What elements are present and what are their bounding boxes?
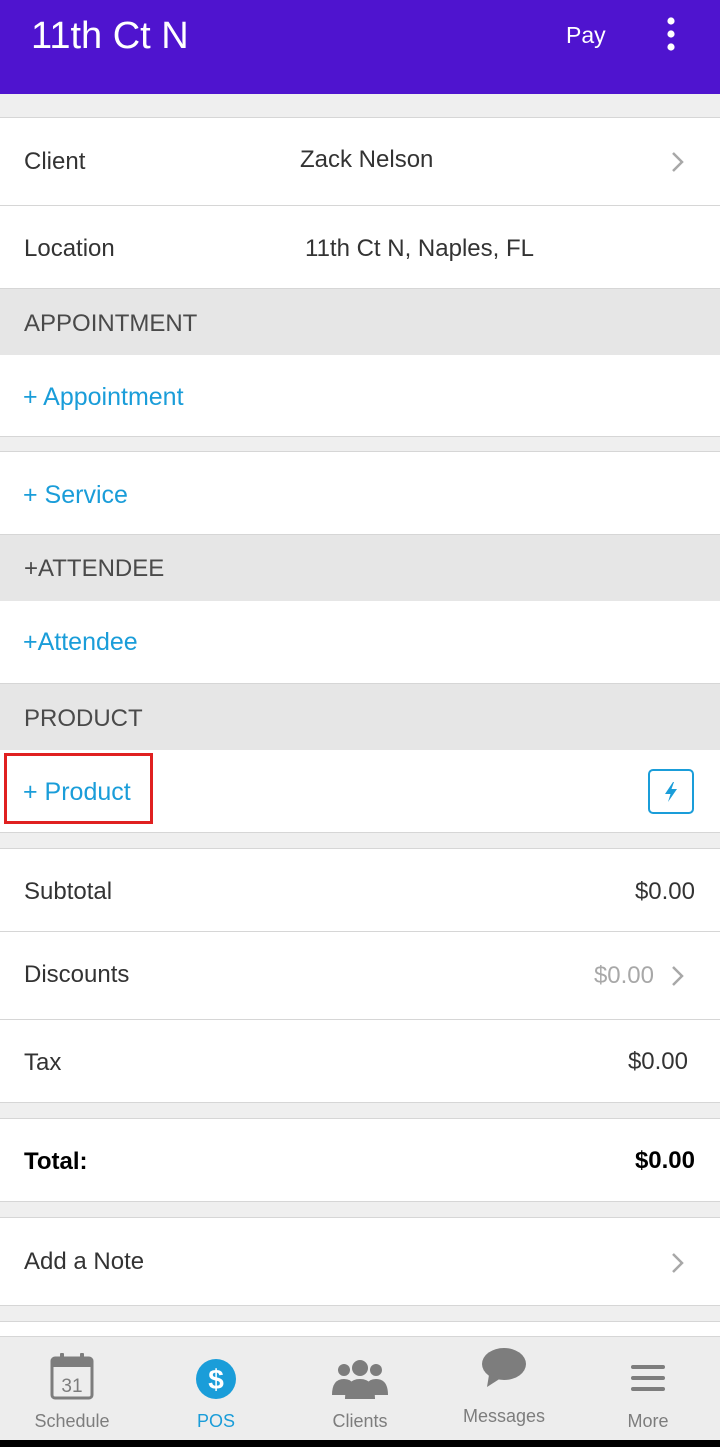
nav-more-label: More xyxy=(627,1411,669,1431)
location-label: Location xyxy=(24,235,115,262)
add-service-row[interactable]: + Service xyxy=(0,451,720,535)
partial-row xyxy=(0,1321,720,1336)
client-label: Client xyxy=(24,148,86,175)
add-note-row[interactable]: Add a Note xyxy=(0,1217,720,1306)
appointment-section-header: APPOINTMENT xyxy=(0,289,720,355)
attendee-section-label: +ATTENDEE xyxy=(24,555,165,582)
total-value: $0.00 xyxy=(634,1147,695,1174)
page-title: 11th Ct N xyxy=(31,15,189,57)
app-header: 11th Ct N Pay xyxy=(0,0,720,94)
system-bar xyxy=(0,1440,720,1447)
discounts-row[interactable]: Discounts $0.00 xyxy=(0,932,720,1020)
total-row: Total: $0.00 xyxy=(0,1118,720,1202)
tax-row: Tax $0.00 xyxy=(0,1020,720,1103)
add-appointment-link[interactable]: + Appointment xyxy=(23,383,184,412)
add-appointment-row[interactable]: + Appointment xyxy=(0,355,720,437)
dollar-icon: $ xyxy=(196,1359,236,1399)
chevron-right-icon xyxy=(672,152,684,172)
calendar-day: 31 xyxy=(61,1376,82,1397)
hamburger-icon xyxy=(631,1365,665,1391)
pay-button[interactable]: Pay xyxy=(566,20,606,50)
quick-add-product-button[interactable] xyxy=(648,769,694,814)
client-row[interactable]: Client Zack Nelson xyxy=(0,117,720,206)
chevron-right-icon xyxy=(672,966,684,986)
more-vertical-icon[interactable] xyxy=(660,16,682,52)
nav-schedule[interactable]: 31 Schedule xyxy=(0,1337,144,1441)
nav-schedule-label: Schedule xyxy=(34,1411,110,1431)
client-value: Zack Nelson xyxy=(300,146,434,173)
nav-pos[interactable]: $ POS xyxy=(144,1337,288,1441)
subtotal-value: $0.00 xyxy=(634,878,695,905)
nav-more[interactable]: More xyxy=(576,1337,720,1441)
add-attendee-link[interactable]: +Attendee xyxy=(23,628,138,657)
nav-clients[interactable]: Clients xyxy=(288,1337,432,1441)
location-value: 11th Ct N, Naples, FL xyxy=(305,235,534,262)
chat-icon xyxy=(482,1348,526,1387)
tax-label: Tax xyxy=(24,1049,62,1076)
add-note-label: Add a Note xyxy=(24,1248,145,1275)
nav-messages[interactable]: Messages xyxy=(432,1337,576,1441)
subtotal-row: Subtotal $0.00 xyxy=(0,848,720,932)
add-service-link[interactable]: + Service xyxy=(23,481,128,510)
attendee-section-header: +ATTENDEE xyxy=(0,535,720,601)
product-section-header: PRODUCT xyxy=(0,684,720,750)
location-row: Location 11th Ct N, Naples, FL xyxy=(0,206,720,289)
total-label: Total: xyxy=(24,1148,88,1175)
product-section-label: PRODUCT xyxy=(24,705,143,732)
add-attendee-row[interactable]: +Attendee xyxy=(0,601,720,684)
nav-pos-label: POS xyxy=(196,1411,235,1431)
appointment-section-label: APPOINTMENT xyxy=(24,310,198,337)
discounts-value: $0.00 xyxy=(593,962,654,989)
highlight-box xyxy=(4,753,153,824)
pos-screen: 11th Ct N Pay Client Zack Nelson Locatio… xyxy=(0,0,720,1447)
chevron-right-icon xyxy=(672,1253,684,1273)
svg-text:$: $ xyxy=(208,1364,224,1395)
bottom-nav: 31 Schedule $ POS Clients Messages More xyxy=(0,1336,720,1440)
lightning-icon xyxy=(665,781,677,802)
discounts-label: Discounts xyxy=(24,961,130,988)
clients-icon xyxy=(332,1360,388,1399)
subtotal-label: Subtotal xyxy=(24,878,113,905)
nav-clients-label: Clients xyxy=(332,1411,388,1431)
nav-messages-label: Messages xyxy=(462,1406,546,1426)
tax-value: $0.00 xyxy=(627,1048,688,1075)
calendar-icon: 31 xyxy=(50,1353,94,1400)
